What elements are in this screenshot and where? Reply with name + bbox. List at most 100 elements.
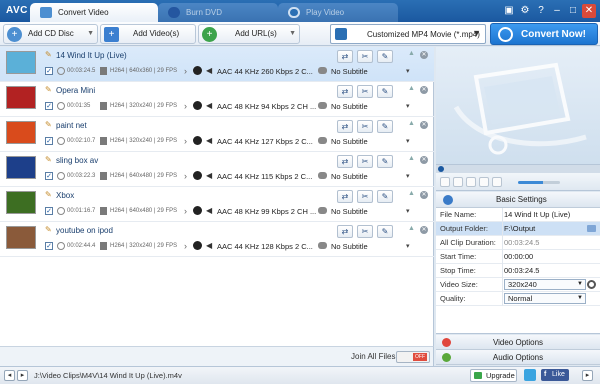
chevron-down-icon[interactable]: ▾ <box>406 207 410 215</box>
close-icon[interactable]: ✕ <box>420 156 428 164</box>
file-checkbox[interactable]: ✓ <box>45 172 53 180</box>
file-row[interactable]: ✎ paint net ✓ 00:02:10.7 H264 | 320x240 … <box>0 117 434 152</box>
close-icon[interactable]: ✕ <box>420 121 428 129</box>
setting-output-folder[interactable]: Output Folder: F:\Output <box>436 222 600 236</box>
minimize-icon[interactable]: – <box>550 4 564 18</box>
effects-icon[interactable]: ✎ <box>377 155 393 168</box>
move-up-icon[interactable]: ▲ <box>408 155 415 162</box>
convert-settings-icon[interactable]: ⇄ <box>337 120 353 133</box>
prev-frame-icon[interactable] <box>440 177 450 187</box>
subtitle-select[interactable]: No Subtitle <box>331 102 368 111</box>
close-icon[interactable]: ✕ <box>420 226 428 234</box>
setting-file-name[interactable]: File Name: 14 Wind It Up (Live) <box>436 208 600 222</box>
subtitle-select[interactable]: No Subtitle <box>331 172 368 181</box>
add-cd-disc-button[interactable]: + Add CD Disc ▼ <box>3 24 98 44</box>
pencil-icon[interactable]: ✎ <box>45 155 52 164</box>
effects-icon[interactable]: ✎ <box>377 120 393 133</box>
file-row[interactable]: ✎ sling box av ✓ 00:03:22.3 H264 | 640x4… <box>0 152 434 187</box>
next-frame-icon[interactable] <box>479 177 489 187</box>
file-row[interactable]: ✎ Opera Mini ✓ 00:01:35 H264 | 320x240 |… <box>0 82 434 117</box>
file-checkbox[interactable]: ✓ <box>45 102 53 110</box>
output-format-select[interactable]: Customized MP4 Movie (*.mp4) ▼ <box>330 24 486 44</box>
close-icon[interactable]: ✕ <box>420 191 428 199</box>
seek-handle[interactable] <box>438 166 444 172</box>
chevron-down-icon[interactable]: ▾ <box>406 242 410 250</box>
pencil-icon[interactable]: ✎ <box>45 85 52 94</box>
video-options-header[interactable]: Video Options <box>436 335 600 350</box>
file-checkbox[interactable]: ✓ <box>45 137 53 145</box>
pencil-icon[interactable]: ✎ <box>45 190 52 199</box>
move-up-icon[interactable]: ▲ <box>408 120 415 127</box>
audio-info[interactable]: AAC 44 KHz 115 Kbps 2 C... <box>217 172 312 181</box>
cut-icon[interactable]: ✂ <box>357 190 373 203</box>
cut-icon[interactable]: ✂ <box>357 155 373 168</box>
audio-info[interactable]: AAC 48 KHz 94 Kbps 2 CH ... <box>217 102 316 111</box>
convert-settings-icon[interactable]: ⇄ <box>337 225 353 238</box>
setting-quality[interactable]: Quality: Normal ▼ <box>436 292 600 306</box>
skip-forward-icon[interactable]: ▸ <box>17 370 28 381</box>
add-urls-button[interactable]: + Add URL(s) ▼ <box>198 24 300 44</box>
move-up-icon[interactable]: ▲ <box>408 85 415 92</box>
gear-icon[interactable]: ⚙ <box>518 4 532 18</box>
file-row[interactable]: ✎ youtube on ipod ✓ 00:02:44.4 H264 | 32… <box>0 222 434 257</box>
audio-options-header[interactable]: Audio Options <box>436 350 600 365</box>
close-icon[interactable]: ✕ <box>420 86 428 94</box>
shop-icon[interactable]: ▣ <box>502 4 516 18</box>
chevron-down-icon[interactable]: ▾ <box>406 67 410 75</box>
file-checkbox[interactable]: ✓ <box>45 242 53 250</box>
file-row[interactable]: ✎ 14 Wind It Up (Live) ✓ 00:03:24.5 H264… <box>0 47 434 82</box>
convert-now-button[interactable]: Convert Now! <box>490 23 598 45</box>
basic-settings-header[interactable]: Basic Settings <box>436 192 600 208</box>
convert-settings-icon[interactable]: ⇄ <box>337 190 353 203</box>
close-icon[interactable]: ✕ <box>420 51 428 59</box>
cut-icon[interactable]: ✂ <box>357 85 373 98</box>
video-size-select[interactable]: 320x240 ▼ <box>504 279 586 290</box>
pencil-icon[interactable]: ✎ <box>45 225 52 234</box>
maximize-icon[interactable]: □ <box>566 4 580 18</box>
effects-icon[interactable]: ✎ <box>377 190 393 203</box>
collapse-icon[interactable]: ▸ <box>582 370 593 381</box>
convert-settings-icon[interactable]: ⇄ <box>337 50 353 63</box>
snapshot-icon[interactable] <box>492 177 502 187</box>
subtitle-select[interactable]: No Subtitle <box>331 207 368 216</box>
file-row[interactable]: ✎ Xbox ✓ 00:01:16.7 H264 | 640x480 | 29 … <box>0 187 434 222</box>
setting-video-size[interactable]: Video Size: 320x240 ▼ <box>436 278 600 292</box>
cut-icon[interactable] <box>566 177 576 187</box>
chevron-down-icon[interactable]: ▼ <box>289 25 296 43</box>
effects-icon[interactable]: ✎ <box>377 225 393 238</box>
play-icon[interactable] <box>453 177 463 187</box>
folder-icon[interactable] <box>587 225 596 232</box>
tab-convert-video[interactable]: Convert Video <box>30 3 158 22</box>
upgrade-button[interactable]: Upgrade <box>470 369 517 382</box>
cut-icon[interactable]: ✂ <box>357 50 373 63</box>
stop-icon[interactable] <box>466 177 476 187</box>
effects-icon[interactable]: ✎ <box>377 85 393 98</box>
tab-play-video[interactable]: Play Video <box>278 3 398 22</box>
convert-settings-icon[interactable]: ⇄ <box>337 155 353 168</box>
chevron-down-icon[interactable]: ▾ <box>406 137 410 145</box>
file-checkbox[interactable]: ✓ <box>45 67 53 75</box>
cut-icon[interactable]: ✂ <box>357 120 373 133</box>
volume-icon[interactable] <box>505 177 515 187</box>
tab-burn-dvd[interactable]: Burn DVD <box>158 3 278 22</box>
add-videos-button[interactable]: + Add Video(s) <box>100 24 196 44</box>
chevron-down-icon[interactable]: ▾ <box>406 102 410 110</box>
move-up-icon[interactable]: ▲ <box>408 50 415 57</box>
subtitle-select[interactable]: No Subtitle <box>331 137 368 146</box>
convert-settings-icon[interactable]: ⇄ <box>337 85 353 98</box>
skip-back-icon[interactable]: ◂ <box>4 370 15 381</box>
setting-stop-time[interactable]: Stop Time: 00:03:24.5 <box>436 264 600 278</box>
effect-icon[interactable] <box>582 177 592 187</box>
effects-icon[interactable]: ✎ <box>377 50 393 63</box>
close-icon[interactable]: ✕ <box>582 4 596 18</box>
facebook-like-button[interactable]: f Like <box>541 369 569 381</box>
chevron-down-icon[interactable]: ▼ <box>472 28 481 38</box>
twitter-icon[interactable] <box>524 369 536 381</box>
file-checkbox[interactable]: ✓ <box>45 207 53 215</box>
audio-info[interactable]: AAC 44 KHz 128 Kbps 2 C... <box>217 242 313 251</box>
subtitle-select[interactable]: No Subtitle <box>331 242 368 251</box>
help-icon[interactable]: ? <box>534 4 548 18</box>
pencil-icon[interactable]: ✎ <box>45 50 52 59</box>
pencil-icon[interactable]: ✎ <box>45 120 52 129</box>
audio-info[interactable]: AAC 44 KHz 127 Kbps 2 C... <box>217 137 313 146</box>
